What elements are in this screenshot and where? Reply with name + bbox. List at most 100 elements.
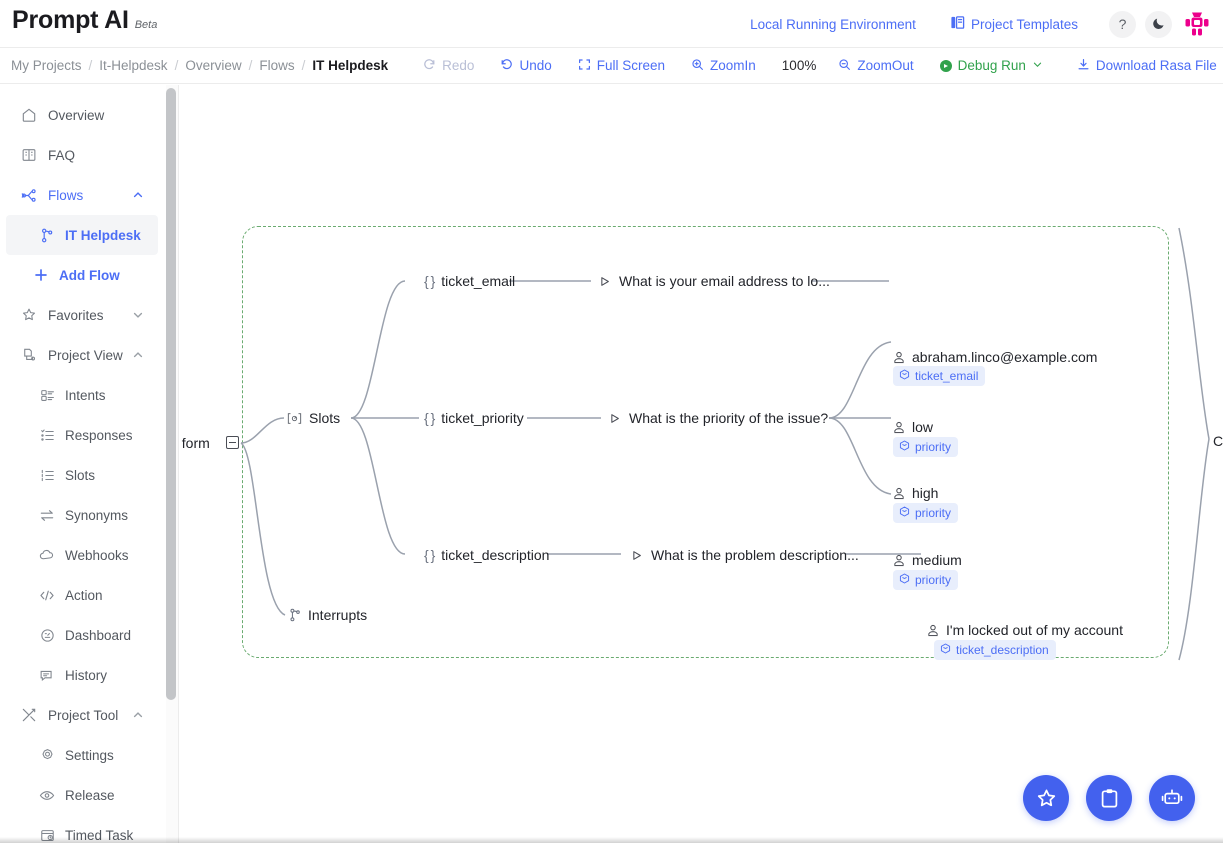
sidebar-item-label: Flows bbox=[48, 187, 84, 203]
breadcrumb-separator: / bbox=[174, 58, 179, 73]
node-example-email-label: abraham.linco@example.com bbox=[912, 349, 1098, 365]
templates-label: Project Templates bbox=[970, 16, 1078, 32]
node-example-low-label: low bbox=[912, 419, 934, 435]
node-slots-group[interactable]: Slots bbox=[287, 410, 340, 426]
chip-priority-high[interactable]: priority bbox=[893, 503, 959, 523]
sidebar-item-synonyms[interactable]: Synonyms bbox=[0, 495, 166, 535]
favorite-fab-button[interactable] bbox=[1023, 775, 1069, 821]
sidebar-item-responses[interactable]: Responses bbox=[0, 415, 166, 455]
local-running-environment-link[interactable]: Local Running Environment bbox=[750, 17, 916, 32]
sidebar-item-intents[interactable]: Intents bbox=[0, 375, 166, 415]
sidebar-scrollbar-thumb[interactable] bbox=[166, 88, 176, 700]
node-ticket-email[interactable]: { } ticket_email bbox=[424, 273, 515, 289]
zoom-out-button[interactable]: ZoomOut bbox=[838, 58, 914, 74]
node-example-email[interactable]: abraham.linco@example.com bbox=[893, 349, 1097, 365]
flow-canvas[interactable]: t form Slots Interrupts { bbox=[179, 85, 1223, 843]
sidebar-item-favorites[interactable]: Favorites bbox=[0, 295, 166, 335]
app-header: Prompt AI Beta Local Running Environment… bbox=[0, 0, 1223, 48]
sidebar-item-history[interactable]: History bbox=[0, 655, 166, 695]
sidebar-item-dashboard[interactable]: Dashboard bbox=[0, 615, 166, 655]
sidebar-item-webhooks[interactable]: Webhooks bbox=[0, 535, 166, 575]
sidebar-item-label: FAQ bbox=[48, 147, 76, 163]
node-ask-priority-label: What is the priority of the issue? bbox=[629, 410, 829, 426]
node-slots-group-label: Slots bbox=[309, 410, 341, 426]
breadcrumb-my-projects[interactable]: My Projects bbox=[11, 58, 82, 73]
chip-priority-medium[interactable]: priority bbox=[893, 570, 959, 590]
sidebar-item-add-flow[interactable]: Add Flow bbox=[0, 255, 166, 295]
chip-ticket-email[interactable]: ticket_email bbox=[893, 366, 986, 386]
node-ask-priority[interactable]: What is the priority of the issue? bbox=[609, 410, 828, 426]
sidebar-item-project-tool[interactable]: Project Tool bbox=[0, 695, 166, 735]
bottom-shadow bbox=[0, 837, 1223, 843]
node-ask-email[interactable]: What is your email address to lo... bbox=[599, 273, 830, 289]
node-ticket-priority[interactable]: { } ticket_priority bbox=[424, 410, 524, 426]
undo-button[interactable]: Undo bbox=[500, 58, 552, 74]
user-icon bbox=[927, 624, 939, 637]
robot-avatar-icon bbox=[1182, 9, 1212, 39]
sidebar-item-label: Release bbox=[65, 787, 115, 803]
chevron-up-icon[interactable] bbox=[132, 189, 144, 201]
full-screen-button[interactable]: Full Screen bbox=[578, 58, 665, 74]
chip-priority-high-label: priority bbox=[915, 506, 952, 520]
slot-chip-icon bbox=[899, 440, 910, 454]
dark-mode-toggle[interactable] bbox=[1145, 10, 1172, 38]
help-button[interactable]: ? bbox=[1109, 10, 1136, 38]
sidebar-item-settings[interactable]: Settings bbox=[0, 735, 166, 775]
robot-fab-icon bbox=[1161, 789, 1183, 805]
release-icon bbox=[38, 789, 56, 802]
flow-icon bbox=[20, 188, 38, 203]
node-ask-description[interactable]: What is the problem description... bbox=[631, 547, 859, 563]
slot-chip-icon bbox=[899, 573, 910, 587]
breadcrumb-it-helpdesk[interactable]: It-Helpdesk bbox=[99, 58, 167, 73]
node-example-high[interactable]: high bbox=[893, 485, 938, 501]
user-icon bbox=[893, 487, 905, 500]
star-icon bbox=[20, 307, 38, 323]
chevron-up-icon[interactable] bbox=[132, 349, 144, 361]
sidebar-item-faq[interactable]: FAQ bbox=[0, 135, 166, 175]
settings-icon bbox=[38, 748, 56, 763]
sidebar-item-release[interactable]: Release bbox=[0, 775, 166, 815]
chevron-up-icon[interactable] bbox=[132, 709, 144, 721]
chevron-down-icon[interactable] bbox=[132, 309, 144, 321]
node-example-medium[interactable]: medium bbox=[893, 552, 962, 568]
sidebar-nav-list: Overview FAQ Flows IT Helpdesk Add Flow Favor… bbox=[0, 85, 166, 843]
download-rasa-file-button[interactable]: Download Rasa File bbox=[1077, 58, 1217, 74]
sidebar-item-project-view[interactable]: Project View bbox=[0, 335, 166, 375]
node-interrupts[interactable]: Interrupts bbox=[289, 607, 367, 623]
app-root: Prompt AI Beta Local Running Environment… bbox=[0, 0, 1223, 843]
clipboard-fab-button[interactable] bbox=[1086, 775, 1132, 821]
assistant-fab-button[interactable] bbox=[1149, 775, 1195, 821]
undo-label: Undo bbox=[519, 58, 552, 73]
node-ask-email-label: What is your email address to lo... bbox=[619, 273, 830, 289]
sidebar-item-it-helpdesk[interactable]: IT Helpdesk bbox=[6, 215, 158, 255]
chip-ticket-description[interactable]: ticket_description bbox=[934, 640, 1056, 660]
play-outline-icon bbox=[631, 549, 644, 562]
chip-priority-low[interactable]: priority bbox=[893, 437, 959, 457]
book-icon bbox=[20, 147, 38, 163]
sidebar-item-slots[interactable]: Slots bbox=[0, 455, 166, 495]
node-ticket-description[interactable]: { } ticket_description bbox=[424, 547, 549, 563]
braces-icon: { } bbox=[424, 547, 435, 563]
play-outline-icon bbox=[599, 275, 612, 288]
debug-run-button[interactable]: Debug Run bbox=[939, 58, 1043, 73]
node-example-description[interactable]: I'm locked out of my account bbox=[927, 622, 1123, 638]
node-example-high-label: high bbox=[912, 485, 939, 501]
node-ticket-email-label: ticket_email bbox=[441, 273, 516, 289]
node-example-low[interactable]: low bbox=[893, 419, 933, 435]
sidebar-item-flows[interactable]: Flows bbox=[0, 175, 166, 215]
debug-run-label: Debug Run bbox=[957, 58, 1026, 73]
breadcrumb-flows[interactable]: Flows bbox=[259, 58, 294, 73]
avatar[interactable] bbox=[1181, 8, 1213, 40]
breadcrumb-overview[interactable]: Overview bbox=[185, 58, 241, 73]
sidebar-item-label: Project View bbox=[48, 347, 123, 363]
zoom-in-button[interactable]: ZoomIn bbox=[691, 58, 756, 74]
redo-button[interactable]: Redo bbox=[423, 58, 474, 74]
collapse-toggle[interactable] bbox=[226, 436, 239, 449]
sidebar-item-action[interactable]: Action bbox=[0, 575, 166, 615]
sidebar-item-overview[interactable]: Overview bbox=[0, 95, 166, 135]
project-templates-link[interactable]: Project Templates bbox=[950, 15, 1078, 33]
slots-group-icon bbox=[287, 412, 302, 425]
breadcrumb-separator: / bbox=[88, 58, 93, 73]
toolbar-actions: Redo Undo Full Screen ZoomIn 100% ZoomOu… bbox=[423, 58, 1223, 74]
sidebar-item-label: Favorites bbox=[48, 307, 104, 323]
